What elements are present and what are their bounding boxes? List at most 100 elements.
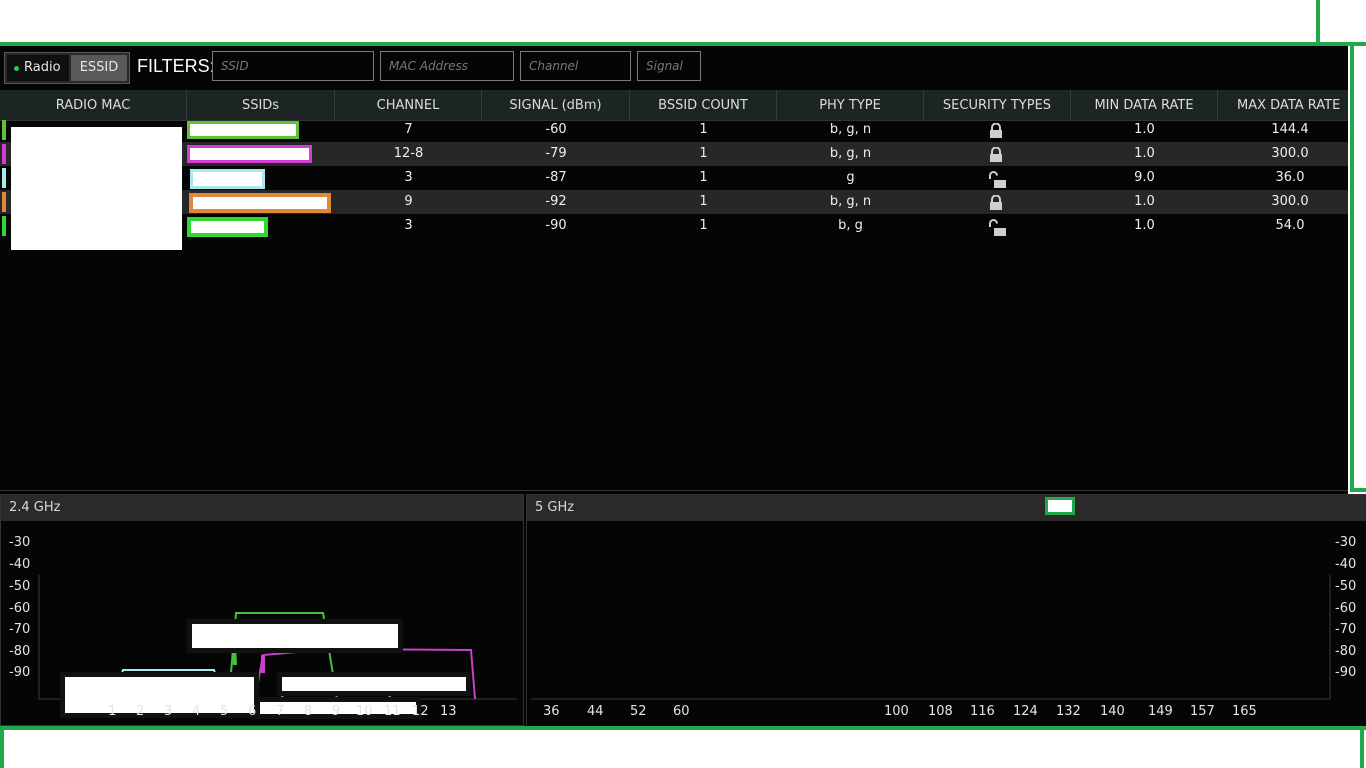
view-mode-toggle[interactable]: Radio ESSID [4, 52, 130, 84]
x-tick: 100 [884, 704, 909, 719]
col-phy-type[interactable]: PHY TYPE [777, 90, 924, 120]
col-bssid-count[interactable]: BSSID COUNT [630, 90, 777, 120]
ssid-redacted-bar [187, 217, 268, 237]
wifi-analyzer-app: Radio ESSID FILTERS: RADIO MAC SSIDs CHA… [0, 46, 1366, 726]
redacted-label-box [187, 619, 403, 653]
table-row[interactable]: 9 -92 1 b, g, n 1.0 300.0 [0, 190, 1348, 214]
mac-filter-input[interactable] [380, 51, 514, 81]
x-tick: 36 [543, 704, 560, 719]
signal-filter-input[interactable] [637, 51, 701, 81]
x-tick: 60 [673, 704, 690, 719]
x-tick: 44 [587, 704, 604, 719]
active-dot-icon [14, 66, 19, 71]
x-tick: 7 [276, 704, 285, 719]
phy-type-cell: b, g [838, 218, 863, 233]
mode-radio-label: Radio [24, 60, 61, 75]
bottom-green-right [1360, 726, 1364, 768]
signal-cell: -87 [545, 170, 567, 185]
right-green-hook [1350, 488, 1366, 492]
bssid-count-cell: 1 [699, 194, 708, 209]
y-tick: -90 [1335, 665, 1357, 680]
row-color-marker [2, 168, 6, 188]
bssid-count-cell: 1 [699, 218, 708, 233]
row-color-marker [2, 192, 6, 212]
table-row[interactable]: 3 -87 1 g 9.0 36.0 [0, 166, 1348, 190]
x-tick: 3 [164, 704, 173, 719]
min-rate-cell: 1.0 [1134, 218, 1155, 233]
signal-cell: -92 [545, 194, 567, 209]
min-rate-cell: 1.0 [1134, 122, 1155, 137]
x-tick: 165 [1232, 704, 1257, 719]
mode-radio-button[interactable]: Radio [7, 55, 69, 81]
x-tick: 108 [928, 704, 953, 719]
x-tick: 8 [304, 704, 313, 719]
x-tick: 140 [1100, 704, 1125, 719]
redacted-label-box [60, 672, 259, 718]
x-tick: 2 [136, 704, 145, 719]
filters-label: FILTERS: [137, 56, 215, 76]
x-tick: 6 [248, 704, 257, 719]
max-rate-cell: 144.4 [1271, 122, 1309, 137]
y-tick: -60 [1335, 601, 1357, 616]
x-tick: 5 [220, 704, 229, 719]
max-rate-cell: 36.0 [1275, 170, 1305, 185]
bottom-white-region [0, 726, 1366, 768]
redacted-label-box [277, 672, 471, 696]
chart-5ghz-plot [531, 575, 1331, 700]
phy-type-cell: b, g, n [829, 122, 872, 137]
col-security-types[interactable]: SECURITY TYPES [924, 90, 1071, 120]
bssid-count-cell: 1 [699, 170, 708, 185]
row-color-marker [2, 144, 6, 164]
channel-filter-input[interactable] [520, 51, 631, 81]
row-color-marker [2, 216, 6, 236]
max-rate-cell: 54.0 [1275, 218, 1305, 233]
lock-closed-icon [990, 195, 1002, 210]
ssid-filter-input[interactable] [212, 51, 374, 81]
toolbar: Radio ESSID FILTERS: [0, 46, 1348, 90]
min-rate-cell: 1.0 [1134, 194, 1155, 209]
y-tick: -70 [1335, 622, 1357, 637]
phy-type-cell: b, g, n [829, 194, 872, 209]
lock-closed-icon [990, 147, 1002, 162]
phy-type-cell: b, g, n [829, 146, 872, 161]
y-tick: -30 [1335, 535, 1357, 550]
y-tick: -50 [1335, 579, 1357, 594]
channel-cell: 12-8 [393, 146, 424, 161]
x-tick: 12 [412, 704, 429, 719]
x-tick: 13 [440, 704, 457, 719]
top-green-divider [1316, 0, 1320, 46]
ssid-redacted-bar [187, 145, 312, 163]
channel-cell: 3 [404, 218, 413, 233]
channel-cell: 7 [404, 122, 413, 137]
col-max-data-rate[interactable]: MAX DATA RATE [1218, 90, 1352, 120]
min-rate-cell: 9.0 [1134, 170, 1155, 185]
table-row[interactable]: 3 -90 1 b, g 1.0 54.0 [0, 214, 1348, 238]
x-tick: 124 [1013, 704, 1038, 719]
top-white-region [0, 0, 1366, 42]
signal-cell: -90 [545, 218, 567, 233]
col-radio-mac[interactable]: RADIO MAC [0, 90, 187, 120]
lock-open-icon [989, 219, 1006, 236]
table-row[interactable]: 12-8 -79 1 b, g, n 1.0 300.0 [0, 142, 1348, 166]
row-color-marker [2, 120, 6, 140]
ssid-redacted-bar [189, 193, 331, 213]
chart-24ghz-panel: 2.4 GHz -30 -40 -50 -60 -70 -80 -90 1 2 … [0, 494, 524, 726]
col-ssids[interactable]: SSIDs [187, 90, 335, 120]
mode-essid-button[interactable]: ESSID [71, 55, 127, 81]
max-rate-cell: 300.0 [1271, 146, 1309, 161]
bssid-count-cell: 1 [699, 146, 708, 161]
bottom-green-left [0, 726, 4, 768]
col-channel[interactable]: CHANNEL [335, 90, 482, 120]
x-tick: 52 [630, 704, 647, 719]
col-signal[interactable]: SIGNAL (dBm) [482, 90, 630, 120]
table-row[interactable]: 7 -60 1 b, g, n 1.0 144.4 [0, 118, 1348, 142]
x-tick: 10 [356, 704, 373, 719]
right-white-region [1348, 46, 1366, 492]
x-tick: 4 [192, 704, 201, 719]
right-green-border [1350, 46, 1354, 492]
col-min-data-rate[interactable]: MIN DATA RATE [1071, 90, 1218, 120]
lock-open-icon [989, 171, 1006, 188]
signal-cell: -79 [545, 146, 567, 161]
y-tick: -80 [1335, 644, 1357, 659]
x-tick: 11 [384, 704, 401, 719]
